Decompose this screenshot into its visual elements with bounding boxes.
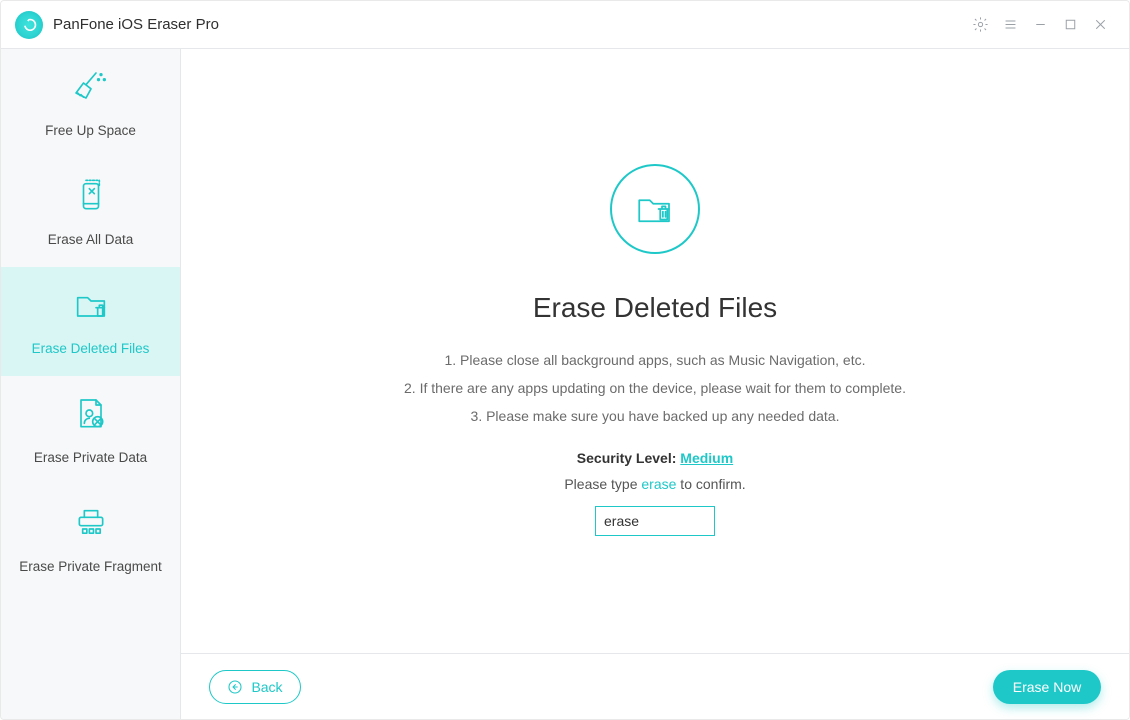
security-level-label: Security Level: xyxy=(577,450,677,466)
sidebar-item-label: Free Up Space xyxy=(45,123,136,140)
file-user-remove-icon xyxy=(64,392,118,438)
main-panel: Erase Deleted Files 1. Please close all … xyxy=(181,49,1129,719)
sidebar: Free Up Space Erase All Data Erase Delet… xyxy=(1,49,181,719)
confirm-prefix: Please type xyxy=(564,476,641,492)
sidebar-item-erase-all-data[interactable]: Erase All Data xyxy=(1,158,180,267)
confirm-input[interactable] xyxy=(595,506,715,536)
minimize-icon xyxy=(1032,16,1049,33)
hero-icon xyxy=(610,164,700,254)
erase-now-button[interactable]: Erase Now xyxy=(993,670,1101,704)
phone-erase-icon xyxy=(64,174,118,220)
footer: Back Erase Now xyxy=(181,653,1129,719)
folder-trash-icon xyxy=(64,283,118,329)
settings-button[interactable] xyxy=(965,10,995,40)
app-window: PanFone iOS Eraser Pro Free Up Space xyxy=(0,0,1130,720)
sidebar-item-erase-private-fragment[interactable]: Erase Private Fragment xyxy=(1,485,180,594)
back-button[interactable]: Back xyxy=(209,670,301,704)
erase-now-button-label: Erase Now xyxy=(1013,679,1081,695)
page-title: Erase Deleted Files xyxy=(533,292,777,324)
maximize-icon xyxy=(1062,16,1079,33)
close-button[interactable] xyxy=(1085,10,1115,40)
back-arrow-icon xyxy=(227,679,243,695)
sidebar-item-label: Erase Deleted Files xyxy=(32,341,150,358)
gear-icon xyxy=(972,16,989,33)
sidebar-item-label: Erase Private Fragment xyxy=(19,559,162,576)
sidebar-item-erase-private-data[interactable]: Erase Private Data xyxy=(1,376,180,485)
instruction-line: 1. Please close all background apps, suc… xyxy=(404,346,906,374)
folder-trash-icon xyxy=(634,188,676,230)
security-level-row: Security Level: Medium xyxy=(577,450,733,466)
sidebar-item-erase-deleted-files[interactable]: Erase Deleted Files xyxy=(1,267,180,376)
minimize-button[interactable] xyxy=(1025,10,1055,40)
app-title: PanFone iOS Eraser Pro xyxy=(53,16,219,33)
confirm-instruction: Please type erase to confirm. xyxy=(564,476,745,492)
instruction-line: 3. Please make sure you have backed up a… xyxy=(404,402,906,430)
instructions: 1. Please close all background apps, suc… xyxy=(404,346,906,430)
confirm-suffix: to confirm. xyxy=(676,476,745,492)
security-level-link[interactable]: Medium xyxy=(680,450,733,466)
app-logo-icon xyxy=(15,11,43,39)
close-icon xyxy=(1092,16,1109,33)
sidebar-item-label: Erase All Data xyxy=(48,232,134,249)
broom-icon xyxy=(64,65,118,111)
instruction-line: 2. If there are any apps updating on the… xyxy=(404,374,906,402)
maximize-button[interactable] xyxy=(1055,10,1085,40)
confirm-keyword: erase xyxy=(641,476,676,492)
sidebar-item-label: Erase Private Data xyxy=(34,450,147,467)
menu-button[interactable] xyxy=(995,10,1025,40)
menu-icon xyxy=(1002,16,1019,33)
sidebar-item-free-up-space[interactable]: Free Up Space xyxy=(1,49,180,158)
titlebar: PanFone iOS Eraser Pro xyxy=(1,1,1129,49)
back-button-label: Back xyxy=(251,679,282,695)
shredder-icon xyxy=(64,501,118,547)
